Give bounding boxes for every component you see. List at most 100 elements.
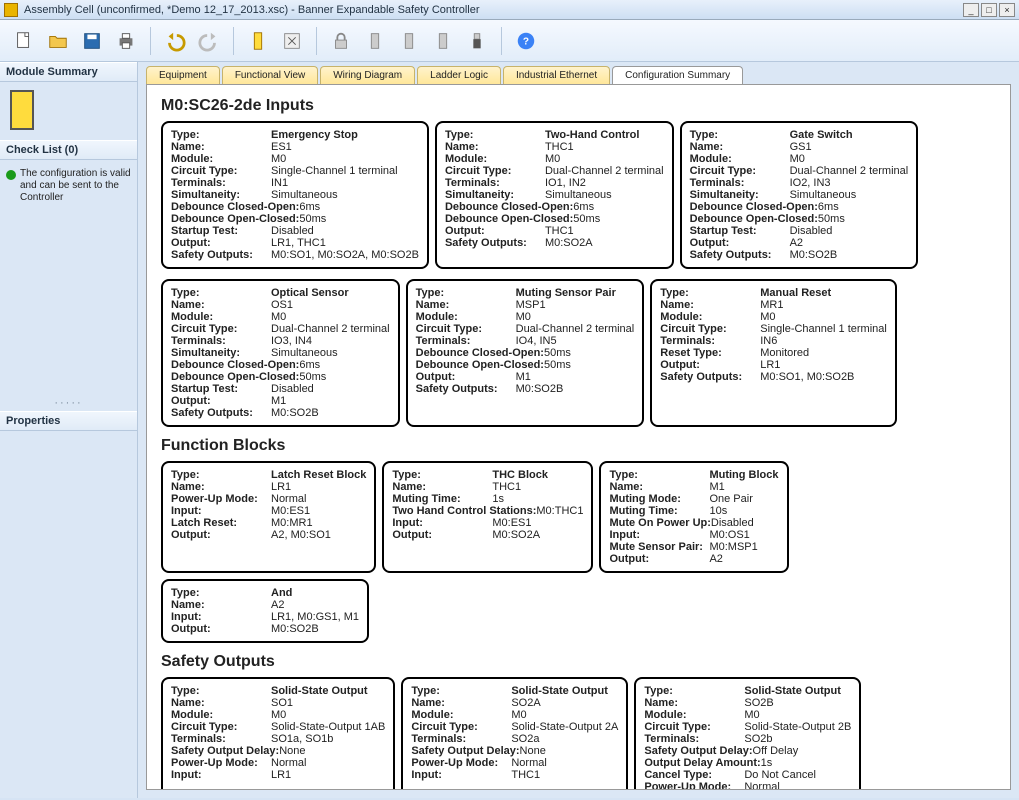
card-value: Solid-State-Output 1AB (271, 721, 385, 733)
card-value: Disabled (271, 383, 390, 395)
card-key: Circuit Type: (171, 721, 271, 733)
card-key: Input: (411, 769, 511, 781)
tab-wiring-diagram[interactable]: Wiring Diagram (320, 66, 415, 84)
card-key: Name: (660, 299, 760, 311)
info-card: Type:Solid-State OutputName:SO2AModule:M… (401, 677, 628, 790)
card-key: Name: (644, 697, 744, 709)
card-key: Name: (171, 697, 271, 709)
card-value: Monitored (760, 347, 887, 359)
new-file-button[interactable] (10, 27, 38, 55)
card-value: Do Not Cancel (744, 769, 851, 781)
card-key: Safety Outputs: (171, 407, 271, 419)
card-value: M0:ES1 (492, 517, 583, 529)
card-value: 6ms (299, 201, 419, 213)
card-key: Circuit Type: (411, 721, 511, 733)
card-value: A2 (271, 599, 359, 611)
tab-ladder-logic[interactable]: Ladder Logic (417, 66, 501, 84)
card-key: Module: (644, 709, 744, 721)
card-key: Power-Up Mode: (171, 493, 271, 505)
help-button[interactable]: ? (512, 27, 540, 55)
card-key: Mute On Power Up: (609, 517, 710, 529)
card-value: 10s (709, 505, 778, 517)
tab-configuration-summary[interactable]: Configuration Summary (612, 66, 743, 84)
card-key: Terminals: (171, 335, 271, 347)
redo-button[interactable] (195, 27, 223, 55)
undo-button[interactable] (161, 27, 189, 55)
card-type-label: Type: (609, 469, 709, 481)
splitter[interactable]: ····· (0, 395, 137, 411)
card-value: M0:SO1, M0:SO2A, M0:SO2B (271, 249, 419, 261)
card-type-label: Type: (644, 685, 744, 697)
module-icon[interactable] (10, 90, 34, 130)
card-key: Module: (690, 153, 790, 165)
card-key: Debounce Open-Closed: (445, 213, 573, 225)
card-key: Simultaneity: (171, 189, 271, 201)
card-value: M0:SO2A (492, 529, 583, 541)
card-type-value: THC Block (492, 469, 548, 481)
maximize-button[interactable]: □ (981, 3, 997, 17)
card-value: M0:SO2B (271, 407, 390, 419)
card-value: IO2, IN3 (790, 177, 909, 189)
card-value: GS1 (790, 141, 909, 153)
properties-header[interactable]: Properties (0, 411, 137, 431)
module3-button[interactable] (429, 27, 457, 55)
card-value: M0 (271, 153, 419, 165)
tab-equipment[interactable]: Equipment (146, 66, 220, 84)
card-value: 50ms (299, 213, 419, 225)
minimize-button[interactable]: _ (963, 3, 979, 17)
card-type-label: Type: (171, 129, 271, 141)
card-type-label: Type: (392, 469, 492, 481)
device2-button[interactable] (278, 27, 306, 55)
card-key: Muting Mode: (609, 493, 709, 505)
card-key: Output: (690, 237, 790, 249)
card-type-value: Manual Reset (760, 287, 831, 299)
card-value: 6ms (573, 201, 663, 213)
card-key: Terminals: (644, 733, 744, 745)
save-button[interactable] (78, 27, 106, 55)
card-value: LR1 (271, 481, 366, 493)
section-inputs-title: M0:SC26-2de Inputs (161, 97, 996, 115)
card-key: Terminals: (411, 733, 511, 745)
open-file-button[interactable] (44, 27, 72, 55)
card-key: Name: (171, 599, 271, 611)
card-key: Terminals: (416, 335, 516, 347)
device1-button[interactable] (244, 27, 272, 55)
card-key: Circuit Type: (660, 323, 760, 335)
card-key: Name: (411, 697, 511, 709)
card-key: Terminals: (171, 733, 271, 745)
card-type-value: Muting Sensor Pair (516, 287, 616, 299)
module2-button[interactable] (395, 27, 423, 55)
card-value: SO2b (744, 733, 851, 745)
card-key: Cancel Type: (644, 769, 744, 781)
card-key: Output Delay Amount: (644, 757, 760, 769)
window-title: Assembly Cell (unconfirmed, *Demo 12_17_… (24, 4, 480, 16)
card-value: M0:MR1 (271, 517, 366, 529)
card-key: Debounce Open-Closed: (171, 213, 299, 225)
card-value: One Pair (709, 493, 778, 505)
card-value: None (520, 745, 619, 757)
card-value: Simultaneous (790, 189, 909, 201)
card-value: M0:SO2B (516, 383, 635, 395)
print-button[interactable] (112, 27, 140, 55)
card-value: 50ms (544, 359, 634, 371)
module-summary-header[interactable]: Module Summary (0, 62, 137, 82)
card-key: Safety Outputs: (690, 249, 790, 261)
card-value: THC1 (511, 769, 618, 781)
card-value: 1s (492, 493, 583, 505)
card-value: Dual-Channel 2 terminal (545, 165, 664, 177)
checklist-item: The configuration is valid and can be se… (6, 166, 131, 206)
info-card: Type:AndName:A2Input:LR1, M0:GS1, M1Outp… (161, 579, 369, 643)
checklist-header[interactable]: Check List (0) (0, 140, 137, 160)
lock-button[interactable] (327, 27, 355, 55)
card-value: A2 (790, 237, 909, 249)
tab-functional-view[interactable]: Functional View (222, 66, 318, 84)
tab-industrial-ethernet[interactable]: Industrial Ethernet (503, 66, 610, 84)
usb-button[interactable] (463, 27, 491, 55)
module1-button[interactable] (361, 27, 389, 55)
card-key: Output: (416, 371, 516, 383)
close-button[interactable]: × (999, 3, 1015, 17)
card-key: Input: (609, 529, 709, 541)
card-key: Name: (171, 481, 271, 493)
card-key: Reset Type: (660, 347, 760, 359)
card-key: Debounce Closed-Open: (690, 201, 818, 213)
